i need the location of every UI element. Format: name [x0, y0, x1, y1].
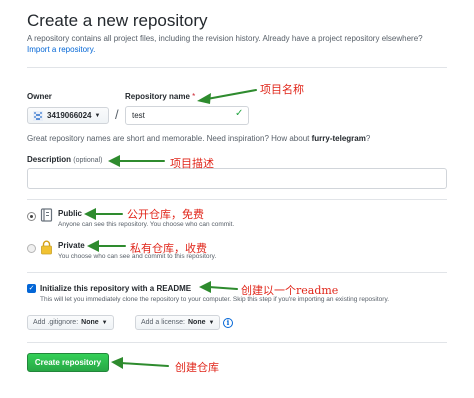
arrow-icon	[87, 240, 126, 252]
arrow-icon	[199, 281, 238, 293]
arrow-icon	[84, 208, 123, 220]
arrow-icon	[197, 89, 257, 104]
annotation-description: 项目描述	[170, 157, 214, 170]
annotation-private: 私有仓库，收费	[130, 242, 207, 255]
annotation-repo-name: 项目名称	[260, 83, 304, 96]
annotation-public: 公开仓库，免费	[127, 208, 204, 221]
arrow-icon	[111, 357, 169, 369]
annotation-create: 创建仓库	[175, 361, 219, 374]
annotation-readme: 创建以一个readme	[241, 284, 339, 297]
annotation-arrows	[84, 89, 257, 369]
arrow-icon	[108, 155, 165, 167]
